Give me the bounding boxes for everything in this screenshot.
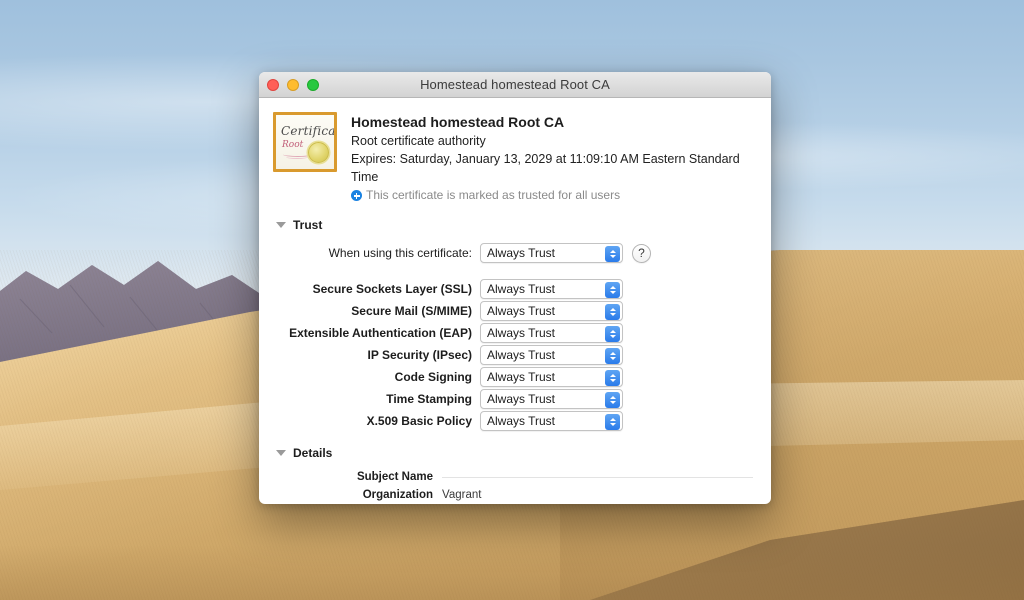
details-row-subject-name: Subject Name xyxy=(271,468,759,486)
chevron-down-icon xyxy=(609,423,616,426)
stepper-icon[interactable] xyxy=(605,246,620,262)
certificate-header: Certificate Root Homestead homestead Roo… xyxy=(271,112,759,204)
window-titlebar[interactable]: Homestead homestead Root CA xyxy=(259,72,771,98)
trust-row-label: IP Security (IPsec) xyxy=(367,348,473,362)
trust-row-label: Code Signing xyxy=(394,370,472,384)
certificate-icon-word: Certificate xyxy=(281,124,336,138)
chevron-down-icon xyxy=(609,379,616,382)
section-divider xyxy=(442,476,753,478)
stepper-icon[interactable] xyxy=(605,282,620,298)
trust-row-time-stamping: Time Stamping Always Trust xyxy=(271,388,759,410)
trust-select-smime[interactable]: Always Trust xyxy=(480,301,623,321)
close-button[interactable] xyxy=(267,79,279,91)
window-title: Homestead homestead Root CA xyxy=(420,77,610,92)
chevron-down-icon xyxy=(609,357,616,360)
trust-section-label: Trust xyxy=(293,218,323,232)
trust-row-code-signing: Code Signing Always Trust xyxy=(271,366,759,388)
trust-select-x509[interactable]: Always Trust xyxy=(480,411,623,431)
chevron-down-icon xyxy=(609,291,616,294)
trust-row-primary: When using this certificate: Always Trus… xyxy=(271,242,759,264)
certificate-name: Homestead homestead Root CA xyxy=(351,114,565,130)
chevron-up-icon xyxy=(609,418,616,421)
stepper-icon[interactable] xyxy=(605,414,620,430)
certificate-trusted-text: This certificate is marked as trusted fo… xyxy=(366,188,621,202)
trust-row-ssl: Secure Sockets Layer (SSL) Always Trust xyxy=(271,278,759,300)
trust-select-ipsec[interactable]: Always Trust xyxy=(480,345,623,365)
trust-row-x509: X.509 Basic Policy Always Trust xyxy=(271,410,759,432)
certificate-expiry: Expires: Saturday, January 13, 2029 at 1… xyxy=(351,152,740,184)
certificate-seal-icon xyxy=(308,142,329,163)
trust-row-value: Always Trust xyxy=(487,348,556,362)
certificate-icon-flourish-secondary xyxy=(286,155,308,159)
trust-select-code-signing[interactable]: Always Trust xyxy=(480,367,623,387)
certificate-type: Root certificate authority xyxy=(351,134,486,148)
trust-row-label: Secure Mail (S/MIME) xyxy=(351,304,472,318)
trusted-badge-icon xyxy=(351,190,362,201)
disclosure-triangle-down-icon[interactable] xyxy=(276,222,286,228)
trust-row-label: Time Stamping xyxy=(386,392,472,406)
trust-row-label: X.509 Basic Policy xyxy=(366,414,472,428)
trust-settings-list: When using this certificate: Always Trus… xyxy=(271,242,759,432)
window-controls[interactable] xyxy=(267,79,319,91)
chevron-down-icon xyxy=(609,401,616,404)
trust-row-value: Always Trust xyxy=(487,326,556,340)
certificate-window[interactable]: Homestead homestead Root CA Certificate … xyxy=(259,72,771,504)
stepper-icon[interactable] xyxy=(605,370,620,386)
trust-row-value: Always Trust xyxy=(487,304,556,318)
trust-row-value: Always Trust xyxy=(487,392,556,406)
chevron-up-icon xyxy=(609,250,616,253)
details-row-value: Vagrant xyxy=(442,489,482,501)
trust-row-smime: Secure Mail (S/MIME) Always Trust xyxy=(271,300,759,322)
details-section-header[interactable]: Details xyxy=(271,446,759,460)
trust-row-eap: Extensible Authentication (EAP) Always T… xyxy=(271,322,759,344)
trust-select-eap[interactable]: Always Trust xyxy=(480,323,623,343)
details-list: Subject Name Organization Vagrant Countr… xyxy=(271,468,759,504)
trust-primary-value: Always Trust xyxy=(487,246,556,260)
details-row-label: Organization xyxy=(362,489,433,501)
stepper-icon[interactable] xyxy=(605,392,620,408)
certificate-icon-root: Root xyxy=(282,140,304,150)
details-section-label: Details xyxy=(293,446,333,460)
trust-select-ssl[interactable]: Always Trust xyxy=(480,279,623,299)
trust-row-label: Secure Sockets Layer (SSL) xyxy=(312,282,472,296)
stepper-icon[interactable] xyxy=(605,304,620,320)
disclosure-triangle-down-icon[interactable] xyxy=(276,450,286,456)
zoom-button[interactable] xyxy=(307,79,319,91)
chevron-up-icon xyxy=(609,330,616,333)
chevron-down-icon xyxy=(609,313,616,316)
trust-row-value: Always Trust xyxy=(487,370,556,384)
trust-primary-select[interactable]: Always Trust xyxy=(480,243,623,263)
chevron-down-icon xyxy=(609,335,616,338)
help-button[interactable]: ? xyxy=(632,243,651,263)
chevron-down-icon xyxy=(609,255,616,258)
stepper-icon[interactable] xyxy=(605,348,620,364)
chevron-up-icon xyxy=(609,396,616,399)
trust-row-value: Always Trust xyxy=(487,282,556,296)
desktop-wallpaper: Homestead homestead Root CA Certificate … xyxy=(0,0,1024,600)
minimize-button[interactable] xyxy=(287,79,299,91)
trust-section-header[interactable]: Trust xyxy=(271,218,759,232)
stepper-icon[interactable] xyxy=(605,326,620,342)
chevron-up-icon xyxy=(609,308,616,311)
chevron-up-icon xyxy=(609,352,616,355)
details-row-organization: Organization Vagrant xyxy=(271,486,759,504)
window-body: Certificate Root Homestead homestead Roo… xyxy=(259,98,771,504)
trust-primary-label: When using this certificate: xyxy=(328,246,472,260)
chevron-up-icon xyxy=(609,286,616,289)
certificate-summary: Homestead homestead Root CA Root certifi… xyxy=(351,112,759,204)
trust-select-time-stamping[interactable]: Always Trust xyxy=(480,389,623,409)
certificate-icon: Certificate Root xyxy=(273,112,337,172)
trust-row-value: Always Trust xyxy=(487,414,556,428)
chevron-up-icon xyxy=(609,374,616,377)
trust-row-label: Extensible Authentication (EAP) xyxy=(289,326,472,340)
certificate-trusted-status: This certificate is marked as trusted fo… xyxy=(351,187,759,204)
trust-row-ipsec: IP Security (IPsec) Always Trust xyxy=(271,344,759,366)
subject-name-label: Subject Name xyxy=(356,471,433,483)
